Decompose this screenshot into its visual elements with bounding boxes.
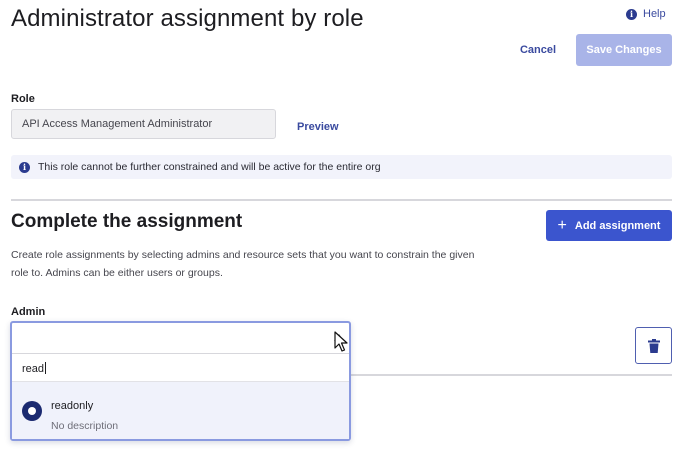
trash-icon bbox=[647, 338, 660, 353]
role-label: Role bbox=[11, 93, 35, 105]
help-label: Help bbox=[643, 8, 666, 20]
role-field: API Access Management Administrator bbox=[11, 109, 276, 139]
admin-select-field[interactable] bbox=[12, 323, 349, 354]
page: Administrator assignment by role i Help … bbox=[0, 0, 690, 453]
cancel-button[interactable]: Cancel bbox=[508, 38, 568, 62]
info-circle-icon: i bbox=[19, 161, 30, 173]
dropdown-option[interactable]: readonly No description bbox=[12, 382, 349, 439]
admin-combobox[interactable]: read readonly No description bbox=[10, 321, 351, 441]
admin-search-input[interactable]: read bbox=[22, 362, 46, 375]
save-changes-button[interactable]: Save Changes bbox=[576, 34, 672, 66]
role-notice: i This role cannot be further constraine… bbox=[11, 155, 672, 179]
plus-icon: + bbox=[557, 216, 567, 234]
add-assignment-label: Add assignment bbox=[574, 219, 661, 232]
section-divider bbox=[11, 199, 672, 201]
preview-link[interactable]: Preview bbox=[297, 121, 339, 133]
option-description: No description bbox=[51, 420, 119, 432]
page-title: Administrator assignment by role bbox=[11, 5, 364, 32]
radio-selected-icon[interactable] bbox=[22, 401, 42, 421]
help-link[interactable]: i Help bbox=[626, 8, 666, 20]
admin-label: Admin bbox=[11, 306, 46, 318]
section-title: Complete the assignment bbox=[11, 211, 243, 232]
info-circle-icon: i bbox=[626, 8, 637, 20]
add-assignment-button[interactable]: + Add assignment bbox=[546, 210, 672, 241]
delete-assignment-button[interactable] bbox=[635, 327, 672, 364]
mouse-cursor-icon bbox=[334, 331, 348, 352]
notice-text: This role cannot be further constrained … bbox=[38, 161, 381, 173]
assignment-description: Create role assignments by selecting adm… bbox=[11, 249, 475, 279]
row-divider bbox=[350, 374, 672, 376]
option-title: readonly bbox=[51, 400, 94, 412]
